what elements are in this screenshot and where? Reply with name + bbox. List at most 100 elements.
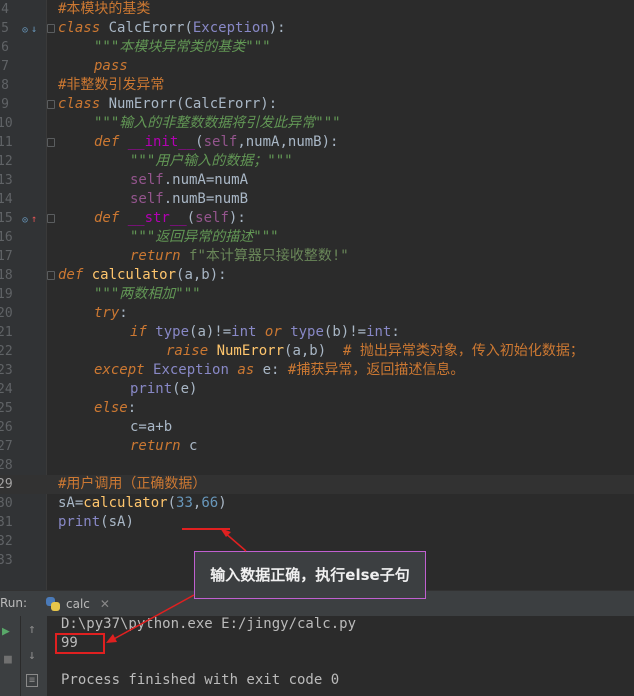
code-text: self.numB=numB xyxy=(130,190,248,209)
code-token: ( xyxy=(184,20,193,36)
code-token: calculator xyxy=(91,267,177,283)
run-tab-calc[interactable]: calc ✕ xyxy=(40,593,116,614)
code-line[interactable]: 20 try: xyxy=(0,304,634,323)
code-token: Exception xyxy=(192,20,269,36)
code-line[interactable]: 4 #本模块的基类 xyxy=(0,0,634,19)
line-number: 5 xyxy=(1,21,9,36)
code-token: e: xyxy=(262,362,288,378)
code-line[interactable]: 24 print(e) xyxy=(0,380,634,399)
code-token: : xyxy=(127,400,137,416)
fold-marker-icon[interactable] xyxy=(47,19,55,38)
code-token: """用户输入的数据；""" xyxy=(130,153,293,169)
rerun-icon[interactable]: ▶ xyxy=(2,624,10,639)
run-console[interactable]: D:\py37\python.exe E:/jingy/calc.py 99 P… xyxy=(48,616,634,696)
code-token: raise xyxy=(166,343,217,359)
code-text: """本模块异常类的基类""" xyxy=(94,38,271,57)
line-number: 10 xyxy=(0,116,13,131)
line-number: 9 xyxy=(1,97,9,112)
line-number: 11 xyxy=(0,135,13,150)
code-token: (b)!= xyxy=(323,324,367,340)
line-number: 12 xyxy=(0,154,13,169)
code-text: print(e) xyxy=(130,380,197,399)
code-token: (a,b): xyxy=(176,267,227,283)
code-token: """返回异常的描述""" xyxy=(130,229,279,245)
code-text: """两数相加""" xyxy=(94,285,201,304)
line-number: 15 xyxy=(0,211,13,226)
code-line[interactable]: 18 def calculator(a,b): xyxy=(0,266,634,285)
fold-marker-icon[interactable] xyxy=(47,95,55,114)
code-line[interactable]: 16 """返回异常的描述""" xyxy=(0,228,634,247)
code-line[interactable]: 29 #用户调用（正确数据） xyxy=(0,475,634,494)
fold-marker-icon[interactable] xyxy=(47,133,55,152)
fold-marker-icon[interactable] xyxy=(47,266,55,285)
code-line[interactable]: 31 print(sA) xyxy=(0,513,634,532)
close-icon[interactable]: ✕ xyxy=(100,597,110,611)
code-token: class xyxy=(58,96,109,112)
code-token: type xyxy=(290,324,324,340)
code-text: pass xyxy=(94,57,128,76)
line-number: 17 xyxy=(0,249,13,264)
code-token: print xyxy=(58,514,101,530)
code-line[interactable]: 15 ⊙ ↑ def __str__(self): xyxy=(0,209,634,228)
code-token: NumErorr xyxy=(108,96,177,112)
code-line[interactable]: 10 """输入的非整数数据将引发此异常""" xyxy=(0,114,634,133)
code-token: """本模块异常类的基类""" xyxy=(94,39,271,55)
code-text: self.numA=numA xyxy=(130,171,248,190)
code-token: #捕获异常，返回描述信息。 xyxy=(287,362,465,378)
code-line[interactable]: 30 sA=calculator(33,66) xyxy=(0,494,634,513)
run-tab-label: calc xyxy=(66,596,90,611)
code-line[interactable]: 13 self.numA=numA xyxy=(0,171,634,190)
code-text: print(sA) xyxy=(58,513,134,532)
code-token: def xyxy=(58,267,92,283)
code-token: return xyxy=(130,248,190,264)
code-line[interactable]: 9 class NumErorr(CalcErorr): xyxy=(0,95,634,114)
console-command: D:\py37\python.exe E:/jingy/calc.py xyxy=(61,616,357,632)
code-line[interactable]: 8 #非整数引发异常 xyxy=(0,76,634,95)
code-line[interactable]: 6 """本模块异常类的基类""" xyxy=(0,38,634,57)
stop-icon[interactable]: ■ xyxy=(4,652,12,667)
code-line[interactable]: 17 return f"本计算器只接收整数!" xyxy=(0,247,634,266)
code-token: else xyxy=(94,400,128,416)
code-line[interactable]: 12 """用户输入的数据；""" xyxy=(0,152,634,171)
code-text: def __init__(self,numA,numB): xyxy=(94,133,338,152)
code-text: return f"本计算器只接收整数!" xyxy=(130,247,349,266)
code-line[interactable]: 19 """两数相加""" xyxy=(0,285,634,304)
line-number: 30 xyxy=(0,496,13,511)
code-token: self xyxy=(203,134,238,150)
code-line[interactable]: 7 pass xyxy=(0,57,634,76)
code-token: int xyxy=(231,324,265,340)
code-text: """用户输入的数据；""" xyxy=(130,152,293,171)
code-line[interactable]: 32 xyxy=(0,532,634,551)
code-token: sA= xyxy=(58,495,84,511)
code-line[interactable]: 23 except Exception as e: #捕获异常，返回描述信息。 xyxy=(0,361,634,380)
code-line[interactable]: 25 else: xyxy=(0,399,634,418)
code-token: ): xyxy=(268,20,286,36)
line-number: 7 xyxy=(1,59,9,74)
code-token: CalcErorr xyxy=(108,20,185,36)
code-line[interactable]: 11 def __init__(self,numA,numB): xyxy=(0,133,634,152)
code-token: pass xyxy=(94,58,128,74)
line-number: 32 xyxy=(0,534,13,549)
code-text: c=a+b xyxy=(130,418,172,437)
code-token: ( xyxy=(195,134,204,150)
line-number: 20 xyxy=(0,306,13,321)
scroll-up-icon[interactable]: ↑ xyxy=(28,622,36,637)
code-line[interactable]: 22 raise NumErorr(a,b) # 抛出异常类对象，传入初始化数据； xyxy=(0,342,634,361)
code-token: or xyxy=(264,324,291,340)
code-token: (e) xyxy=(172,381,198,397)
code-editor[interactable]: 4 #本模块的基类 5 ⊙ ↓ class CalcErorr(Exception): 6 "… xyxy=(0,0,634,590)
code-token: #本模块的基类 xyxy=(58,1,151,17)
line-number: 26 xyxy=(0,420,13,435)
code-line[interactable]: 5 ⊙ ↓ class CalcErorr(Exception): xyxy=(0,19,634,38)
code-token: 66 xyxy=(201,495,219,511)
code-line[interactable]: 14 self.numB=numB xyxy=(0,190,634,209)
code-line[interactable]: 26 c=a+b xyxy=(0,418,634,437)
soft-wrap-icon[interactable]: ≡ xyxy=(26,674,39,687)
code-line[interactable]: 21 if type(a)!=int or type(b)!=int: xyxy=(0,323,634,342)
code-line[interactable]: 28 xyxy=(0,456,634,475)
line-number: 16 xyxy=(0,230,13,245)
code-token: ( xyxy=(167,495,177,511)
fold-marker-icon[interactable] xyxy=(47,209,55,228)
scroll-down-icon[interactable]: ↓ xyxy=(28,648,36,663)
code-line[interactable]: 27 return c xyxy=(0,437,634,456)
